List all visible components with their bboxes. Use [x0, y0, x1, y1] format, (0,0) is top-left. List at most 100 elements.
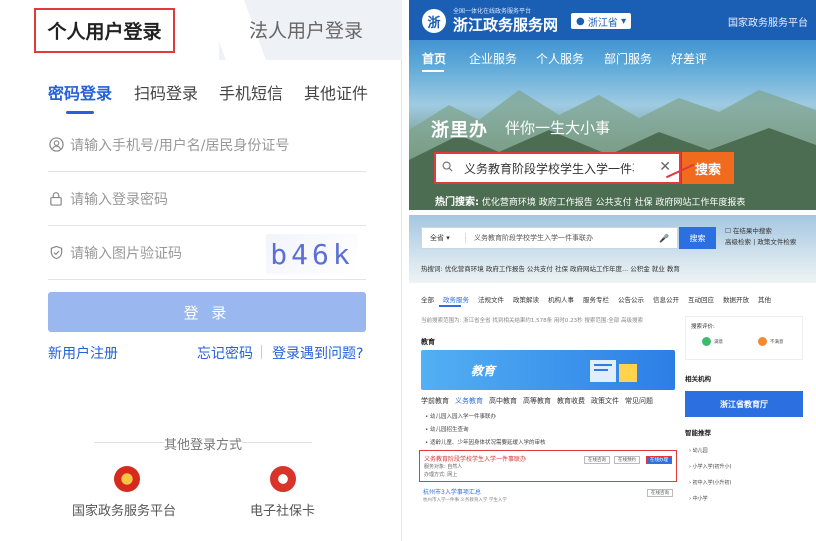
- online-consult-button[interactable]: 在线咨询: [584, 456, 610, 464]
- list-item[interactable]: • 适龄儿童、少年因身体状况需要延缓入学的审核: [425, 438, 546, 446]
- user-icon: [48, 137, 64, 153]
- zhejiang-education-dept-card[interactable]: 浙江省教育厅: [685, 391, 803, 417]
- national-platform-link[interactable]: 国家政务服务平台: [728, 14, 808, 29]
- username-field[interactable]: 请输入手机号/用户名/居民身份证号: [48, 118, 366, 172]
- online-booking-button[interactable]: 在线预约: [614, 456, 640, 464]
- recommend-item[interactable]: › 中小学: [689, 495, 708, 502]
- satisfied-label[interactable]: 满意: [714, 339, 723, 345]
- forgot-password-link[interactable]: 忘记密码: [197, 343, 253, 363]
- recommend-item[interactable]: › 初中入学(小升初): [689, 479, 732, 486]
- result-meta: 服务对象: 自然人 办理方式: 网上: [424, 463, 462, 479]
- tab-organizations[interactable]: 机构人事: [548, 296, 574, 304]
- subtab-highschool[interactable]: 高中教育: [489, 397, 517, 405]
- tab-open-data[interactable]: 数据开放: [723, 296, 749, 304]
- portal-nav: 首页 企业服务 个人服务 部门服务 好差评: [409, 47, 816, 69]
- slogan: 浙里办: [431, 120, 488, 141]
- results-hot-words[interactable]: 热搜词: 优化营商环境 政府工作报告 公共支付 社保 政府网站工作年度... 公…: [421, 263, 680, 273]
- tab-gov-services[interactable]: 政务服务: [443, 296, 469, 304]
- tab-interaction[interactable]: 互动回应: [688, 296, 714, 304]
- list-item[interactable]: • 幼儿园入园入学一件事联办: [425, 412, 496, 420]
- education-illustration-icon: [590, 360, 637, 382]
- login-button[interactable]: 登 录: [48, 292, 366, 332]
- tab-legal-login[interactable]: 法人用户登录: [249, 16, 363, 43]
- clear-icon[interactable]: ✕: [659, 159, 671, 175]
- tab-regulations[interactable]: 法规文件: [478, 296, 504, 304]
- scope-select[interactable]: 全省 ▾: [422, 233, 466, 243]
- unsatisfied-label[interactable]: 不满意: [770, 339, 784, 345]
- satisfied-icon[interactable]: [702, 337, 711, 346]
- captcha-field[interactable]: 请输入图片验证码 b46k: [48, 226, 366, 280]
- tab-all[interactable]: 全部: [421, 296, 434, 304]
- nav-home[interactable]: 首页: [422, 50, 446, 67]
- register-link[interactable]: 新用户注册: [48, 343, 118, 363]
- search-options: ☐ 在结果中搜索 高级检索 | 政策文件检索: [725, 226, 796, 248]
- highlighted-result[interactable]: 义务教育阶段学校学生入学一件事联办 服务对象: 自然人 办理方式: 网上 在线咨询…: [419, 450, 677, 482]
- mic-icon[interactable]: 🎤: [659, 234, 669, 243]
- login-panel: 个人用户登录 法人用户登录 密码登录 扫码登录 手机短信 其他证件 请输入手机号…: [4, 0, 402, 541]
- social-security-card-icon[interactable]: [270, 466, 296, 492]
- nav-personal[interactable]: 个人服务: [536, 50, 584, 67]
- recommend-item-text: 小学入学(初升小): [692, 464, 732, 470]
- search-icon: [442, 161, 458, 175]
- subtab-compulsory[interactable]: 义务教育: [455, 397, 483, 405]
- advanced-search-links[interactable]: 高级检索 | 政策文件检索: [725, 237, 796, 248]
- section-title-education: 教育: [421, 338, 435, 346]
- results-tab-indicator: [439, 305, 461, 307]
- nav-department[interactable]: 部门服务: [604, 50, 652, 67]
- portal-search-button[interactable]: 搜索: [682, 152, 734, 184]
- social-security-card-label[interactable]: 电子社保卡: [250, 500, 315, 519]
- tab-announcements[interactable]: 公告公示: [618, 296, 644, 304]
- subtab-preschool[interactable]: 学前教育: [421, 397, 449, 405]
- nav-feedback[interactable]: 好差评: [671, 50, 707, 67]
- tab-info-disclosure[interactable]: 信息公开: [653, 296, 679, 304]
- recommend-item[interactable]: › 幼儿园: [689, 447, 708, 454]
- results-search-input[interactable]: 全省 ▾ 义务教育阶段学校学生入学一件事联办 🎤: [421, 227, 678, 249]
- login-method-tabs: 密码登录 扫码登录 手机短信 其他证件: [4, 80, 402, 120]
- national-emblem-icon[interactable]: [114, 466, 140, 492]
- recommend-item-text: 幼儿园: [692, 448, 708, 454]
- tab-personal-login[interactable]: 个人用户登录: [34, 8, 175, 53]
- results-category-tabs: 全部 政务服务 法规文件 政策解读 机构人事 服务专栏 公告公示 信息公开 互动回应 数据开放 其他: [421, 294, 780, 304]
- education-banner[interactable]: 教育: [421, 350, 675, 390]
- result2-consult-button[interactable]: 在线咨询: [647, 489, 673, 497]
- region-selector[interactable]: ● 浙江省 ▾: [571, 13, 632, 29]
- subtab-policy[interactable]: 政策文件: [591, 397, 619, 405]
- login-problem-link[interactable]: 登录遇到问题?: [272, 343, 363, 363]
- tab-qr-login[interactable]: 扫码登录: [134, 80, 198, 104]
- portal-search-input[interactable]: 义务教育阶段学校学生入学一件事联办 ✕: [434, 152, 681, 184]
- result-title-2[interactable]: 杭州市3入学事项汇总: [423, 487, 481, 496]
- recommend-item-text: 初中入学(小升初): [692, 480, 732, 486]
- result-title[interactable]: 义务教育阶段学校学生入学一件事联办: [424, 454, 526, 463]
- hot-search-items[interactable]: 优化营商环境 政府工作报告 公共支付 社保 政府网站工作年度报表: [482, 198, 745, 208]
- subtab-faq[interactable]: 常见问题: [625, 397, 653, 405]
- subtab-fees[interactable]: 教育收费: [557, 397, 585, 405]
- password-field[interactable]: 请输入登录密码: [48, 172, 366, 226]
- national-platform-label[interactable]: 国家政务服务平台: [72, 500, 176, 519]
- captcha-image[interactable]: b46k: [266, 234, 358, 274]
- tab-password-login[interactable]: 密码登录: [48, 80, 112, 104]
- active-tab-indicator: [66, 111, 94, 114]
- portal-header: 浙 全国一体化在线政务服务平台 浙江政务服务网 ● 浙江省 ▾ 国家政务服务平台: [409, 0, 816, 40]
- online-handle-button[interactable]: 在线办理: [646, 456, 672, 464]
- location-pin-icon: ●: [576, 15, 585, 27]
- site-title[interactable]: 浙江政务服务网: [453, 14, 558, 35]
- smart-recommend-title: 智能推荐: [685, 429, 711, 437]
- search-query-text: 义务教育阶段学校学生入学一件事联办: [464, 161, 634, 176]
- password-placeholder: 请输入登录密码: [70, 191, 168, 208]
- tab-policy-interpret[interactable]: 政策解读: [513, 296, 539, 304]
- tab-other[interactable]: 其他: [758, 296, 771, 304]
- in-results-checkbox[interactable]: ☐ 在结果中搜索: [725, 226, 796, 237]
- nav-enterprise[interactable]: 企业服务: [469, 50, 517, 67]
- tab-service-column[interactable]: 服务专栏: [583, 296, 609, 304]
- unsatisfied-icon[interactable]: [758, 337, 767, 346]
- recommend-item[interactable]: › 小学入学(初升小): [689, 463, 732, 470]
- related-orgs-title: 相关机构: [685, 375, 711, 383]
- list-item-text: 幼儿园招生查询: [430, 427, 469, 433]
- results-search-button[interactable]: 搜索: [679, 227, 716, 249]
- list-item[interactable]: • 幼儿园招生查询: [425, 425, 469, 433]
- tab-sms-login[interactable]: 手机短信: [219, 80, 283, 104]
- results-query: 义务教育阶段学校学生入学一件事联办: [474, 234, 593, 242]
- portal-logo-icon[interactable]: 浙: [422, 9, 446, 33]
- subtab-higher-ed[interactable]: 高等教育: [523, 397, 551, 405]
- tab-other-id-login[interactable]: 其他证件: [304, 80, 368, 104]
